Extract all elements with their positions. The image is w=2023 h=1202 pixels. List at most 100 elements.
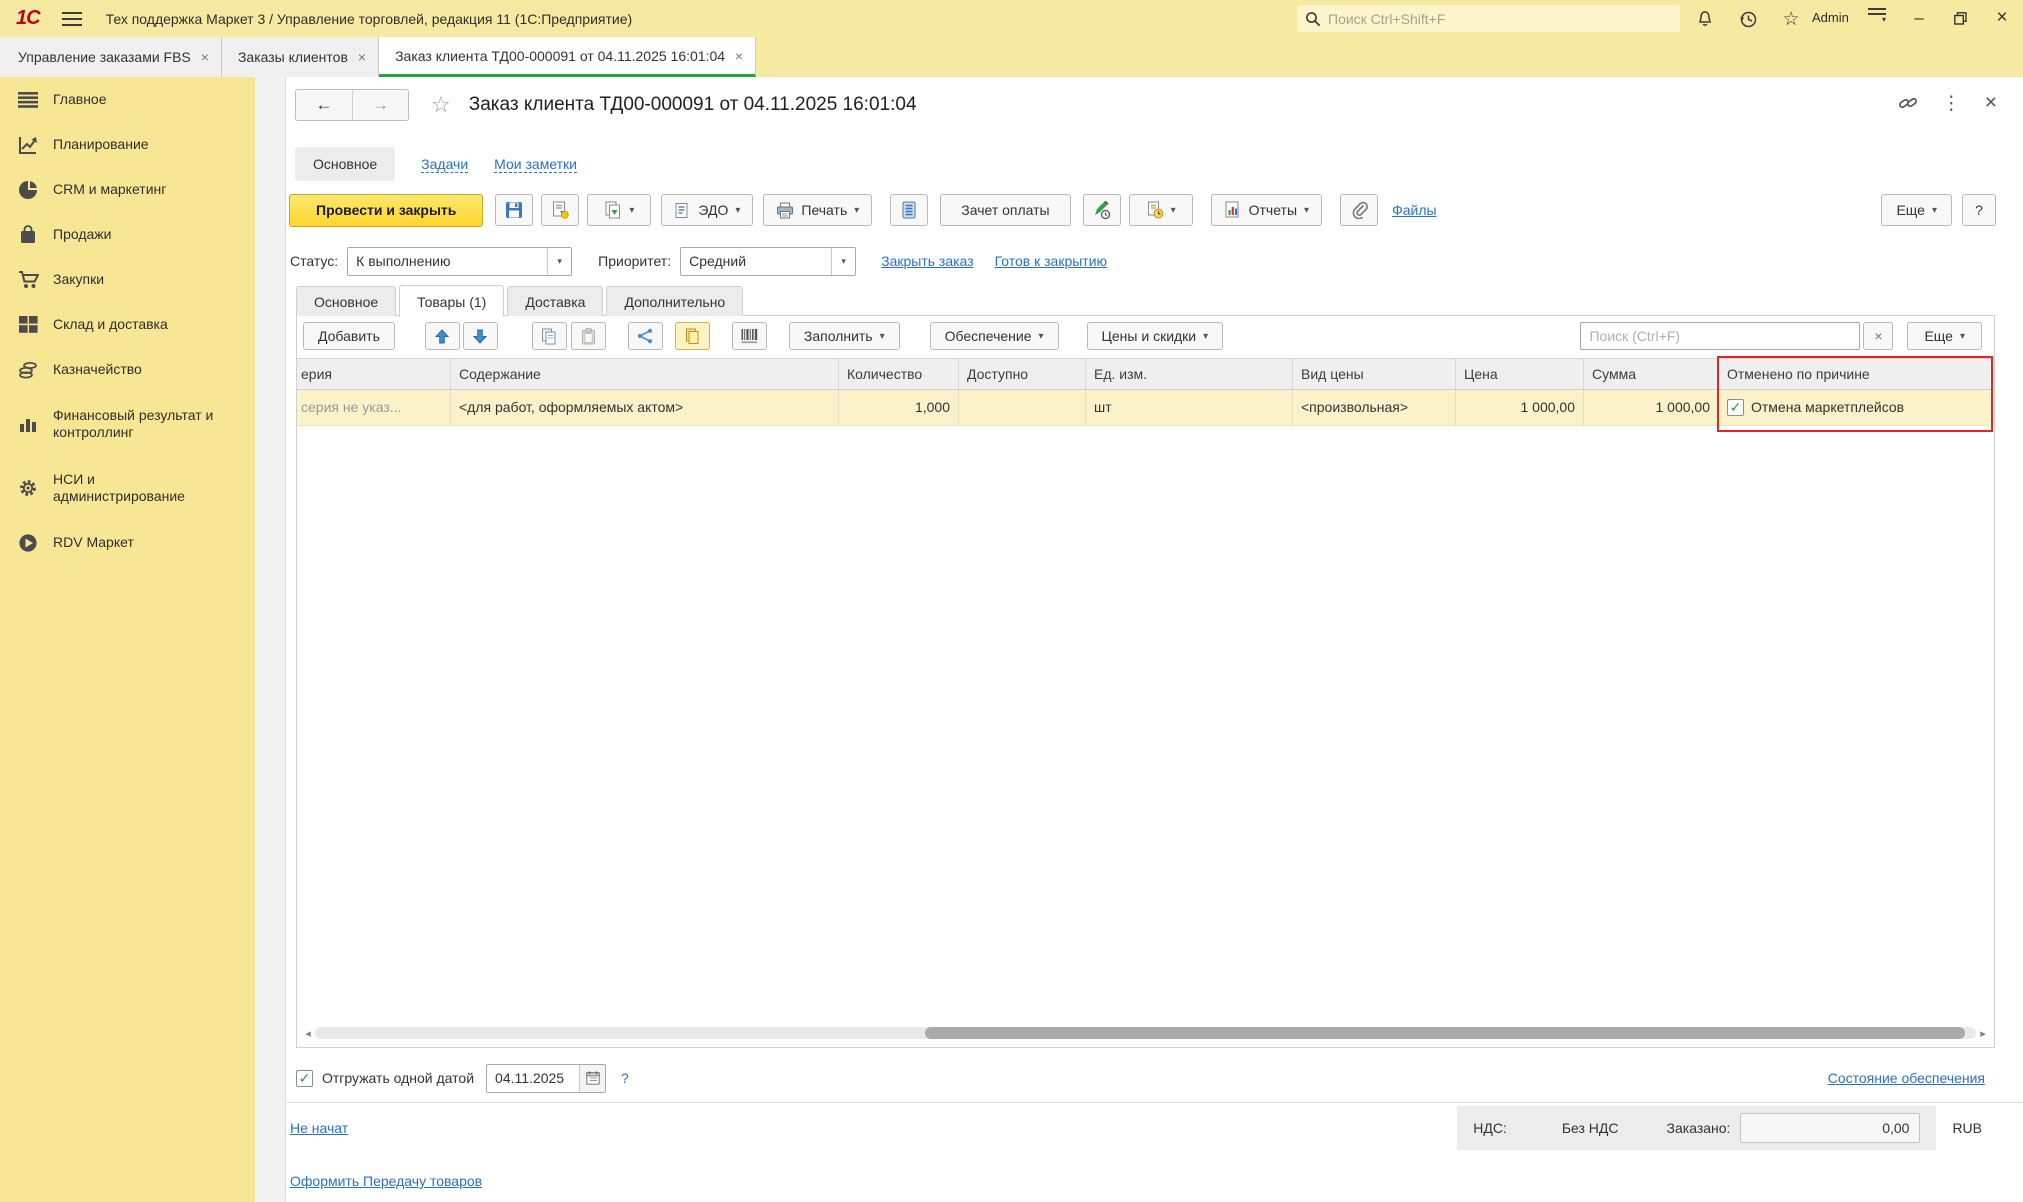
document-structure-button[interactable] [890, 194, 928, 226]
cell-price-kind[interactable]: <произвольная> [1293, 390, 1456, 425]
sidebar-item-crm[interactable]: CRM и маркетинг [0, 167, 255, 212]
copy-icon[interactable] [532, 322, 567, 350]
back-button[interactable]: ← [296, 90, 352, 120]
sidebar-item-warehouse[interactable]: Склад и доставка [0, 302, 255, 347]
share-split-icon[interactable] [628, 322, 663, 350]
chevron-down-icon[interactable]: ▾ [547, 248, 571, 275]
tab-notes[interactable]: Мои заметки [494, 156, 577, 173]
functions-doc-icon[interactable] [675, 322, 710, 350]
cell-available[interactable] [959, 390, 1086, 425]
tab-close-icon[interactable]: × [358, 49, 366, 65]
tab-order-document[interactable]: Заказ клиента ТД00-000091 от 04.11.2025 … [379, 37, 756, 77]
sidebar-item-purchases[interactable]: Закупки [0, 257, 255, 302]
post-and-close-button[interactable]: Провести и закрыть [289, 194, 483, 227]
sidebar-item-nsi[interactable]: НСИ и администрирование [0, 456, 255, 520]
cell-seria[interactable]: серия не указ... [297, 390, 451, 425]
more-dots-icon[interactable]: ⋮ [1942, 92, 1961, 115]
tab-section-extra[interactable]: Дополнительно [606, 286, 743, 316]
transfer-goods-link[interactable]: Оформить Передачу товаров [290, 1173, 482, 1189]
close-order-link[interactable]: Закрыть заказ [881, 253, 974, 269]
scroll-right-arrow[interactable]: ▸ [1976, 1027, 1990, 1040]
col-price-kind[interactable]: Вид цены [1293, 359, 1456, 389]
notifications-bell-icon[interactable] [1693, 7, 1717, 31]
cell-unit[interactable]: шт [1086, 390, 1293, 425]
post-document-button[interactable] [541, 194, 579, 226]
cancel-checkbox[interactable]: ✓ [1727, 399, 1744, 416]
fill-button[interactable]: Заполнить ▾ [789, 322, 900, 350]
global-search-input[interactable] [1328, 11, 1672, 27]
col-price[interactable]: Цена [1456, 359, 1584, 389]
col-available[interactable]: Доступно [959, 359, 1086, 389]
favorites-star-icon[interactable]: ☆ [1779, 7, 1803, 31]
clear-search-button[interactable]: × [1863, 322, 1893, 350]
col-unit[interactable]: Ед. изм. [1086, 359, 1293, 389]
splitter[interactable] [255, 77, 286, 1202]
add-row-button[interactable]: Добавить [303, 322, 395, 350]
move-down-button[interactable] [463, 322, 498, 350]
window-minimize-button[interactable]: – [1905, 5, 1933, 31]
global-search[interactable] [1297, 5, 1680, 32]
tab-section-goods[interactable]: Товары (1) [399, 285, 504, 317]
save-button[interactable] [495, 194, 533, 226]
tab-section-main[interactable]: Основное [296, 286, 396, 316]
status-combobox[interactable]: К выполнению ▾ [347, 247, 572, 276]
col-sum[interactable]: Сумма [1584, 359, 1719, 389]
cell-sum[interactable]: 1 000,00 [1584, 390, 1719, 425]
forward-button[interactable]: → [352, 90, 408, 120]
supply-state-link[interactable]: Состояние обеспечения [1828, 1070, 1985, 1086]
move-up-button[interactable] [425, 322, 460, 350]
sidebar-item-planning[interactable]: Планирование [0, 122, 255, 167]
col-qty[interactable]: Количество [839, 359, 959, 389]
tab-customer-orders[interactable]: Заказы клиентов × [222, 37, 379, 77]
scrollbar-track[interactable] [315, 1027, 1976, 1039]
window-close-button[interactable]: × [1988, 5, 2016, 31]
sidebar-item-treasury[interactable]: Казначейство [0, 347, 255, 392]
favorite-star-icon[interactable]: ☆ [431, 92, 451, 118]
cell-price[interactable]: 1 000,00 [1456, 390, 1584, 425]
table-search-field[interactable] [1580, 322, 1860, 350]
window-restore-button[interactable] [1946, 5, 1974, 31]
col-seria[interactable]: ерия [297, 359, 451, 389]
process-state-link[interactable]: Не начат [290, 1120, 348, 1136]
copy-create-button[interactable]: ▾ [587, 194, 651, 226]
doc-history-button[interactable]: ▾ [1129, 194, 1193, 226]
pen-history-button[interactable] [1083, 194, 1121, 226]
ship-help-link[interactable]: ? [621, 1070, 629, 1086]
sidebar-item-main[interactable]: Главное [0, 77, 255, 122]
table-row[interactable]: серия не указ... <для работ, оформляемых… [297, 390, 1994, 426]
attachments-paperclip-button[interactable] [1340, 194, 1378, 226]
get-link-icon[interactable] [1898, 93, 1918, 113]
tab-tasks[interactable]: Задачи [421, 156, 468, 173]
ship-date-input[interactable] [487, 1070, 579, 1086]
paste-icon[interactable] [571, 322, 606, 350]
table-more-button[interactable]: Еще ▾ [1907, 322, 1982, 350]
user-menu-icon[interactable]: ▾ [1868, 8, 1886, 22]
files-link[interactable]: Файлы [1392, 202, 1436, 218]
help-button[interactable]: ? [1962, 194, 1996, 226]
sidebar-item-finresult[interactable]: Финансовый результат и контроллинг [0, 392, 255, 456]
user-name[interactable]: Admin [1812, 10, 1849, 25]
form-close-icon[interactable]: × [1985, 91, 1997, 115]
col-cancel-reason[interactable]: Отменено по причине [1719, 359, 1994, 389]
sidebar-item-sales[interactable]: Продажи [0, 212, 255, 257]
supply-button[interactable]: Обеспечение ▾ [930, 322, 1059, 350]
tab-section-delivery[interactable]: Доставка [507, 286, 603, 316]
ship-one-date-checkbox[interactable]: ✓ [296, 1070, 313, 1087]
tab-main[interactable]: Основное [295, 147, 395, 181]
sidebar-item-rdv[interactable]: RDV Маркет [0, 520, 255, 565]
ready-to-close-link[interactable]: Готов к закрытию [995, 253, 1107, 269]
scroll-left-arrow[interactable]: ◂ [301, 1027, 315, 1040]
main-menu-icon[interactable] [62, 12, 82, 26]
barcode-icon[interactable] [732, 322, 767, 350]
scrollbar-thumb[interactable] [925, 1027, 1965, 1039]
reports-button[interactable]: Отчеты ▾ [1211, 194, 1322, 226]
col-content[interactable]: Содержание [451, 359, 839, 389]
print-button[interactable]: Печать ▾ [763, 194, 872, 226]
more-button[interactable]: Еще ▾ [1881, 194, 1952, 226]
calendar-icon[interactable] [579, 1065, 605, 1092]
cell-content[interactable]: <для работ, оформляемых актом> [451, 390, 839, 425]
tab-close-icon[interactable]: × [201, 49, 209, 65]
tab-fbs-orders[interactable]: Управление заказами FBS × [0, 37, 222, 77]
cell-qty[interactable]: 1,000 [839, 390, 959, 425]
edo-button[interactable]: ЭДО ▾ [661, 194, 753, 226]
